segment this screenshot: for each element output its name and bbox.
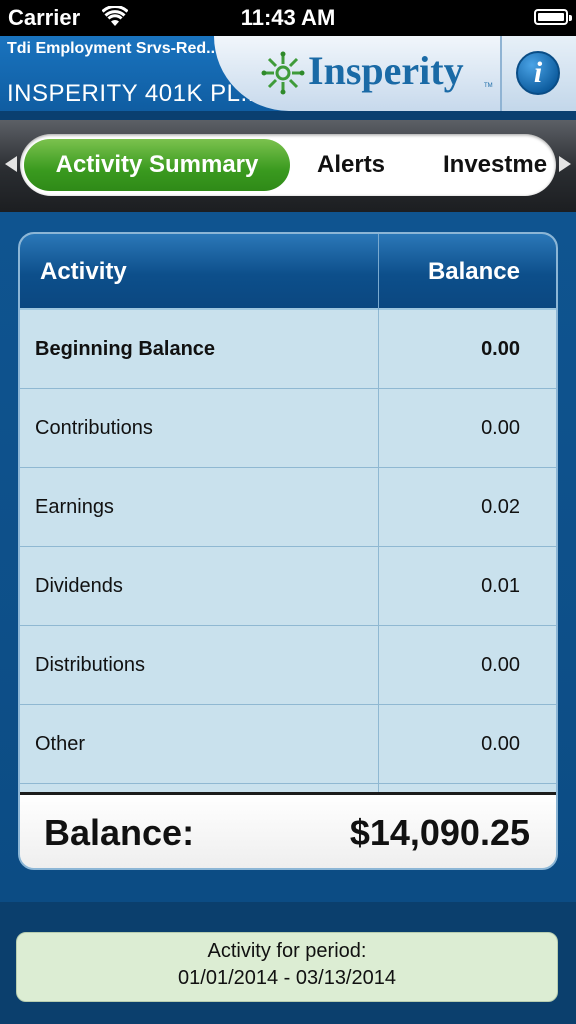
column-divider (378, 468, 379, 547)
tab-strip: Activity Summary Alerts Investme (0, 120, 576, 212)
tab-investments[interactable]: Investme (443, 134, 547, 196)
row-balance: 0.00 (481, 338, 520, 360)
table-row[interactable]: Earnings 0.02 (20, 468, 556, 547)
info-icon: i (533, 56, 543, 89)
table-row[interactable]: Beginning Balance 0.00 (20, 310, 556, 389)
header-divider (0, 111, 576, 120)
column-header-balance: Balance (427, 258, 520, 285)
row-balance: 0.01 (481, 575, 520, 597)
column-divider (378, 310, 379, 389)
table-header: Activity Balance (20, 234, 556, 310)
row-activity: Distributions (35, 654, 146, 676)
scroll-left-arrow-icon[interactable] (5, 156, 17, 172)
scroll-right-arrow-icon[interactable] (559, 156, 571, 172)
info-button[interactable]: i (516, 51, 560, 95)
info-panel: i (500, 36, 576, 111)
logo-trademark: TM (484, 83, 493, 89)
table-row[interactable]: Distributions 0.00 (20, 626, 556, 705)
insperity-logo: Insperity TM (214, 36, 500, 111)
row-balance: 0.00 (481, 654, 520, 676)
main-content: Activity Balance Beginning Balance 0.00 … (0, 212, 576, 902)
column-divider (378, 547, 379, 626)
insperity-logo-icon (261, 51, 305, 95)
status-bar: Carrier 11:43 AM (0, 0, 576, 36)
period-box: Activity for period: 01/01/2014 - 03/13/… (16, 932, 558, 1002)
period-title: Activity for period: (207, 940, 367, 962)
row-balance: 0.00 (481, 733, 520, 755)
row-balance: 0.00 (481, 417, 520, 439)
column-divider (378, 389, 379, 468)
battery-icon (534, 9, 572, 25)
row-activity: Contributions (35, 417, 153, 439)
clock: 11:43 AM (240, 5, 336, 30)
plan-name: INSPERITY 401K PL... (7, 80, 262, 107)
column-divider (378, 234, 379, 310)
column-header-activity: Activity (40, 258, 127, 285)
total-balance-value: $14,090.25 (349, 812, 530, 853)
app-header: Tdi Employment Srvs-Red... INSPERITY 401… (0, 36, 576, 120)
total-balance-label: Balance: (44, 812, 195, 853)
row-activity: Earnings (35, 496, 114, 518)
logo-text: Insperity (308, 48, 464, 93)
table-row[interactable]: Contributions 0.00 (20, 389, 556, 468)
table-row[interactable]: Other 0.00 (20, 705, 556, 784)
total-balance-bar: Balance: $14,090.25 (20, 792, 556, 868)
activity-table: Activity Balance Beginning Balance 0.00 … (18, 232, 558, 870)
column-divider (378, 705, 379, 784)
tab-track: Activity Summary Alerts Investme (20, 134, 556, 196)
tab-activity-summary[interactable]: Activity Summary (24, 139, 290, 191)
table-row[interactable]: Dividends 0.01 (20, 547, 556, 626)
column-divider (378, 626, 379, 705)
row-activity: Dividends (35, 575, 123, 597)
row-activity: Other (35, 733, 86, 755)
tab-alerts[interactable]: Alerts (317, 134, 385, 196)
row-balance: 0.02 (481, 496, 520, 518)
period-footer: Activity for period: 01/01/2014 - 03/13/… (0, 902, 576, 1024)
period-range: 01/01/2014 - 03/13/2014 (178, 967, 396, 989)
row-activity: Beginning Balance (35, 338, 216, 360)
